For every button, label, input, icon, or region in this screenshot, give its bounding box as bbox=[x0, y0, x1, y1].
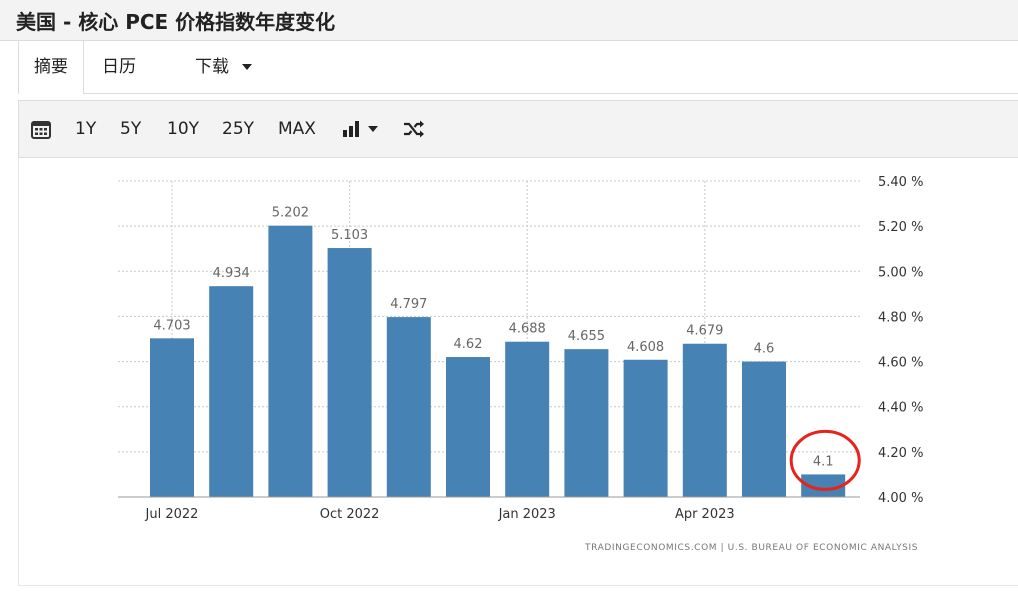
bar-value-label: 4.688 bbox=[509, 322, 546, 337]
bar[interactable] bbox=[446, 357, 490, 497]
bar-value-label: 5.202 bbox=[272, 206, 309, 221]
y-tick-label: 4.20 % bbox=[878, 446, 923, 461]
bar[interactable] bbox=[327, 248, 372, 497]
x-tick-label: Jan 2023 bbox=[498, 507, 556, 522]
y-tick-label: 4.80 % bbox=[878, 310, 923, 325]
x-tick-label: Apr 2023 bbox=[675, 507, 735, 522]
bar[interactable] bbox=[150, 338, 194, 497]
bar[interactable] bbox=[386, 317, 431, 497]
chart-source: TRADINGECONOMICS.COM | U.S. BUREAU OF EC… bbox=[585, 543, 919, 553]
bar-value-label: 4.703 bbox=[153, 318, 190, 333]
y-tick-label: 4.60 % bbox=[878, 356, 923, 371]
bar[interactable] bbox=[209, 286, 254, 497]
bar-value-label: 5.103 bbox=[331, 228, 368, 243]
y-tick-label: 5.20 % bbox=[878, 220, 923, 235]
bar[interactable] bbox=[623, 359, 668, 497]
bar-value-label: 4.608 bbox=[627, 340, 664, 355]
y-tick-label: 5.40 % bbox=[878, 175, 923, 190]
x-tick-label: Oct 2022 bbox=[320, 507, 380, 522]
bar-value-label: 4.797 bbox=[390, 297, 427, 312]
bar-value-label: 4.62 bbox=[454, 337, 483, 352]
bar-value-label: 4.1 bbox=[813, 454, 834, 469]
bar-value-label: 4.6 bbox=[754, 342, 775, 357]
y-tick-label: 4.40 % bbox=[878, 401, 923, 416]
bar[interactable] bbox=[742, 361, 786, 497]
bar-chart: 4.703 4.934 5.202 5.103 4.797 4.62 4.688 4.655 4… bbox=[118, 175, 923, 522]
bar[interactable] bbox=[682, 343, 727, 497]
bar[interactable] bbox=[564, 349, 609, 497]
x-tick-label: Jul 2022 bbox=[145, 507, 199, 522]
bar-value-label: 4.934 bbox=[213, 266, 250, 281]
bar-value-label: 4.679 bbox=[686, 324, 723, 339]
bar[interactable] bbox=[268, 225, 313, 498]
y-tick-label: 5.00 % bbox=[878, 265, 923, 280]
bar-value-label: 4.655 bbox=[568, 329, 605, 344]
y-tick-label: 4.00 % bbox=[878, 491, 923, 506]
bar[interactable] bbox=[505, 341, 550, 497]
